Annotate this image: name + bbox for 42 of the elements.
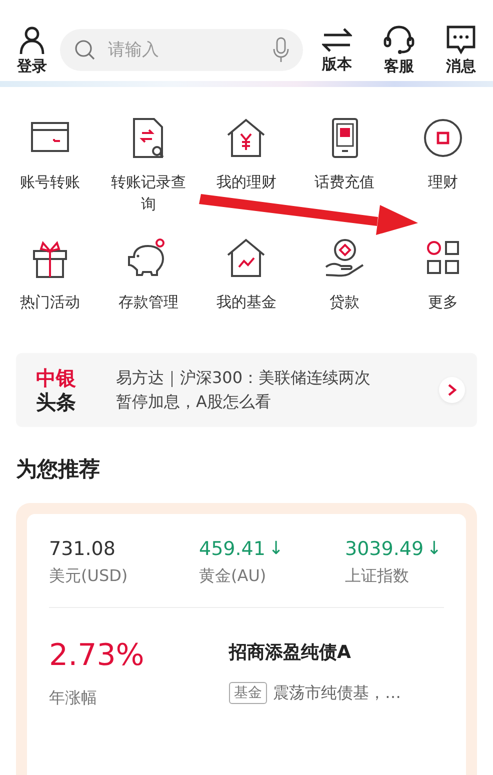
shortcut-label[interactable]: 热门活动 (20, 291, 80, 313)
quote-name: 上证指数 (345, 566, 410, 587)
headline-banner[interactable]: 中银 头条 易方达｜沪深300：美联储连续两次暂停加息，A股怎么看 (16, 353, 477, 427)
quote-name: 美元(USD) (49, 566, 129, 587)
shortcut-label[interactable]: 话费充值 (314, 171, 375, 193)
trend-arrow: ↓ (426, 537, 442, 561)
section-title: 为您推荐 (16, 456, 101, 483)
toolbar-label[interactable]: 客服 (384, 57, 414, 75)
shortcut-label[interactable]: 存款管理 (118, 291, 178, 313)
quote-value: 731.08 (49, 537, 116, 562)
shortcut-label[interactable]: 转账记录查询 (105, 171, 192, 215)
search-bar[interactable]: 请输入 (60, 29, 303, 71)
microphone-icon[interactable] (273, 37, 289, 63)
headline-text[interactable]: 易方达｜沪深300：美联储连续两次暂停加息，A股怎么看 (116, 366, 384, 414)
rate-caption: 年涨幅 (49, 688, 98, 709)
trend-arrow: ↓ (268, 537, 284, 561)
shortcut-label[interactable]: 我的基金 (216, 291, 276, 313)
shortcut-label[interactable]: 理财 (428, 171, 458, 193)
fund-description: 震荡市纯债基，… (273, 682, 401, 704)
fund-tag: 基金 (229, 682, 267, 704)
fund-rate: 2.73% (49, 638, 146, 674)
quote-value: 459.41 (199, 537, 266, 562)
fund-name[interactable]: 招商添盈纯债A (229, 638, 401, 668)
shortcut-label[interactable]: 账号转账 (20, 171, 80, 193)
toolbar-label[interactable]: 版本 (322, 55, 352, 73)
search-input[interactable]: 请输入 (106, 39, 263, 61)
headset-icon[interactable] (383, 25, 415, 55)
brand-title: 中银 (36, 366, 77, 390)
chevron-button[interactable] (439, 377, 465, 403)
switch-arrows-icon[interactable] (322, 27, 352, 53)
quote-value: 3039.49 (345, 537, 424, 562)
person-icon[interactable] (17, 25, 47, 55)
toolbar-label[interactable]: 消息 (446, 57, 476, 75)
login-link[interactable]: 登录 (17, 57, 47, 75)
search-icon (74, 39, 96, 61)
shortcut-label[interactable]: 更多 (428, 291, 458, 313)
message-icon[interactable] (446, 25, 476, 55)
chevron-right-icon (447, 383, 457, 397)
brand-subtitle: 头条 (36, 390, 77, 414)
quote-name: 黄金(AU) (199, 566, 268, 587)
shortcut-label[interactable]: 我的理财 (216, 171, 276, 193)
shortcut-label[interactable]: 贷款 (330, 291, 360, 313)
